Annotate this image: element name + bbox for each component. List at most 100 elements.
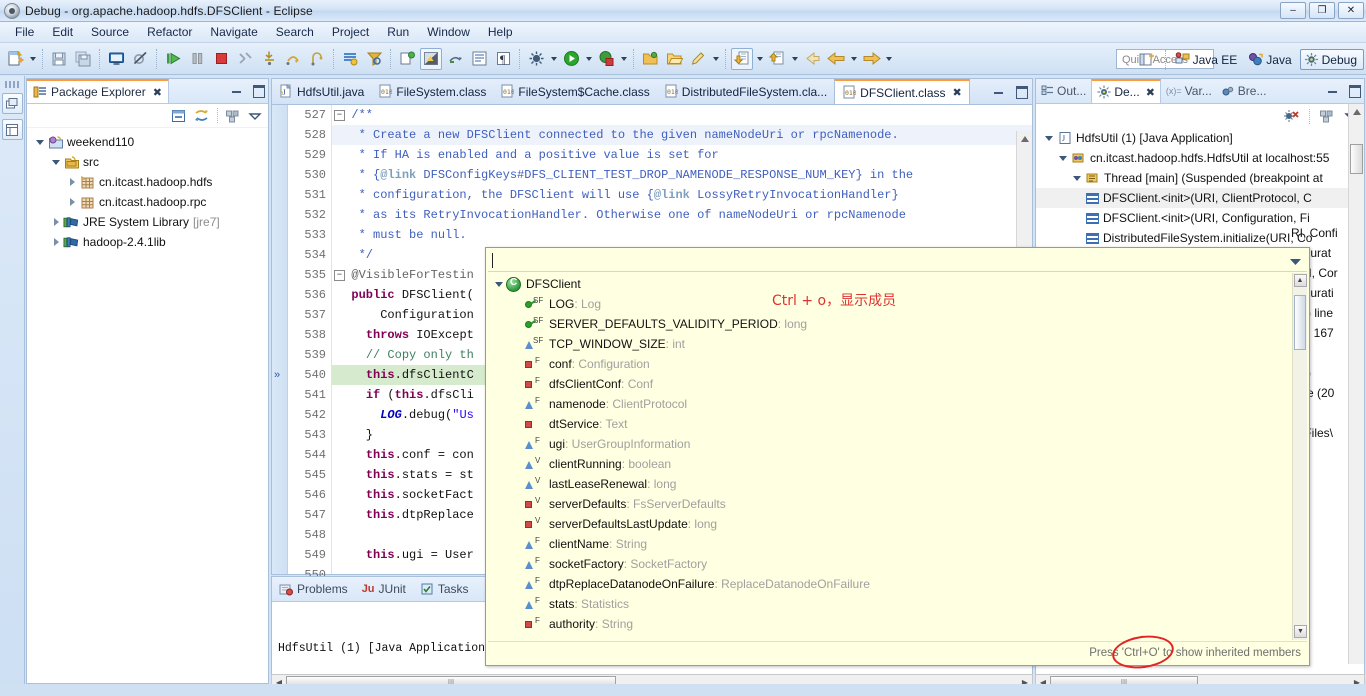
search-filter-icon[interactable] [363, 48, 385, 70]
resume-icon[interactable] [162, 48, 184, 70]
close-icon[interactable]: ✖ [1146, 86, 1155, 99]
quick-outline-member-row[interactable]: Fauthority : String [486, 614, 1309, 634]
menu-source[interactable]: Source [82, 23, 138, 41]
step-over-icon[interactable] [282, 48, 304, 70]
open-type-icon[interactable] [339, 48, 361, 70]
perspective-java[interactable]: Java [1245, 50, 1297, 69]
debug-tree-item-thread[interactable]: Thread [main] (Suspended (breakpoint at [1036, 168, 1364, 188]
twisty-icon[interactable] [49, 160, 63, 165]
tab-debug[interactable]: De... ✖ [1091, 79, 1161, 103]
view-menu-grid-icon[interactable] [225, 108, 241, 124]
twisty-icon[interactable] [1056, 156, 1070, 161]
tree-item-src-folder[interactable]: src [27, 152, 268, 172]
quick-outline-member-row[interactable]: Fnamenode : ClientProtocol [486, 394, 1309, 414]
twisty-icon[interactable] [1042, 136, 1056, 141]
twisty-icon[interactable] [49, 238, 63, 246]
quick-outline-member-row[interactable]: Fconf : Configuration [486, 354, 1309, 374]
quick-outline-member-row[interactable]: FsocketFactory : SocketFactory [486, 554, 1309, 574]
open-folder-icon[interactable] [639, 48, 661, 70]
menu-search[interactable]: Search [267, 23, 323, 41]
maximize-editor-icon[interactable] [1015, 84, 1028, 99]
tree-item-package-hdfs[interactable]: cn.itcast.hadoop.hdfs [27, 172, 268, 192]
close-icon[interactable]: ✖ [153, 86, 162, 99]
menu-navigate[interactable]: Navigate [201, 23, 266, 41]
perspective-debug[interactable]: Debug [1299, 49, 1364, 70]
menu-run[interactable]: Run [378, 23, 418, 41]
twisty-icon[interactable] [1070, 176, 1084, 181]
view-menu-grid-icon[interactable] [1319, 108, 1335, 124]
twisty-icon[interactable] [65, 198, 79, 206]
suspend-icon[interactable] [186, 48, 208, 70]
import-dropdown-icon[interactable] [754, 48, 765, 70]
toggle-mark-occurrences-icon[interactable] [420, 47, 442, 70]
minimize-editor-icon[interactable] [993, 84, 1006, 97]
tree-item-package-rpc[interactable]: cn.itcast.hadoop.rpc [27, 192, 268, 212]
quick-outline-member-row[interactable]: VclientRunning : boolean [486, 454, 1309, 474]
maximize-button[interactable]: ❐ [1309, 2, 1335, 19]
debug-vertical-scrollbar[interactable] [1348, 104, 1364, 664]
back-dropdown-icon[interactable] [848, 48, 859, 70]
back-icon[interactable] [825, 48, 847, 70]
menu-window[interactable]: Window [418, 23, 479, 41]
fold-collapse-icon[interactable]: − [334, 270, 345, 281]
tree-item-hadoop-library[interactable]: hadoop-2.4.1lib [27, 232, 268, 252]
debug-tree-item-launch[interactable]: J HdfsUtil (1) [Java Application] [1036, 128, 1364, 148]
perspective-java-ee[interactable]: Java EE [1172, 50, 1244, 69]
fold-collapse-icon[interactable]: − [334, 110, 345, 121]
scroll-up-icon[interactable]: ▲ [1293, 274, 1307, 287]
popup-scrollbar[interactable]: ▲ ▼ [1292, 273, 1307, 640]
view-menu-icon[interactable] [248, 109, 262, 123]
quick-outline-member-row[interactable]: VserverDefaultsLastUpdate : long [486, 514, 1309, 534]
maximize-view-icon[interactable] [1348, 83, 1361, 98]
quick-outline-member-row[interactable]: dtService : Text [486, 414, 1309, 434]
scrollbar-thumb[interactable] [1350, 144, 1363, 174]
save-all-icon[interactable] [72, 48, 94, 70]
twisty-icon[interactable] [33, 140, 47, 145]
step-return-icon[interactable] [306, 48, 328, 70]
run-icon[interactable] [560, 48, 582, 70]
link-with-editor-icon[interactable] [194, 108, 210, 124]
tab-variables[interactable]: (x)= Var... [1161, 79, 1217, 103]
collapse-all-icon[interactable] [171, 108, 187, 124]
scroll-down-icon[interactable]: ▼ [1294, 625, 1307, 638]
quick-outline-member-row[interactable]: SF LOG : Log [486, 294, 1309, 314]
forward-icon[interactable] [860, 48, 882, 70]
step-into-icon[interactable] [258, 48, 280, 70]
maximize-view-icon[interactable] [252, 83, 265, 98]
close-button[interactable]: ✕ [1338, 2, 1364, 19]
edit-dropdown-icon[interactable] [710, 48, 721, 70]
quick-outline-member-list[interactable]: DFSClient SFLOG : LogSFSERVER_DEFAULTS_V… [486, 272, 1309, 640]
forward-dropdown-icon[interactable] [883, 48, 894, 70]
quick-outline-member-row[interactable]: SF SERVER_DEFAULTS_VALIDITY_PERIOD : long [486, 314, 1309, 334]
minimize-button[interactable]: – [1280, 2, 1306, 19]
package-explorer-fastview-icon[interactable] [1, 119, 23, 140]
quick-outline-member-row[interactable]: Fugi : UserGroupInformation [486, 434, 1309, 454]
quick-outline-member-row[interactable]: FdfsClientConf : Conf [486, 374, 1309, 394]
close-icon[interactable]: ✖ [953, 86, 962, 99]
breakpoint-ruler[interactable]: » [272, 105, 288, 574]
open-perspective-icon[interactable] [1136, 49, 1158, 71]
debug-launch-icon[interactable] [525, 48, 547, 70]
menu-project[interactable]: Project [323, 23, 378, 41]
run-external-tools-icon[interactable] [595, 48, 617, 70]
restore-view-icon[interactable] [1, 93, 23, 114]
last-edit-location-icon[interactable] [444, 48, 466, 70]
twisty-icon[interactable] [492, 282, 506, 287]
remove-all-terminated-icon[interactable] [1283, 108, 1300, 124]
tree-item-project[interactable]: weekend110 [27, 132, 268, 152]
tab-junit[interactable]: Ju JUnit [355, 577, 413, 601]
new-wizard-icon[interactable] [4, 48, 26, 70]
quick-outline-filter[interactable] [488, 250, 1307, 272]
quick-outline-member-row[interactable]: FdtpReplaceDatanodeOnFailure : ReplaceDa… [486, 574, 1309, 594]
editor-tab-filesystem-cache-class[interactable]: 010 FileSystem$Cache.class [493, 79, 656, 104]
popup-menu-icon[interactable] [1290, 258, 1301, 265]
tab-breakpoints[interactable]: Bre... [1217, 79, 1272, 103]
quick-outline-member-row[interactable]: VserverDefaults : FsServerDefaults [486, 494, 1309, 514]
editor-tab-dfsclient-class[interactable]: 010 DFSClient.class ✖ [834, 79, 970, 104]
paragraph-mark-icon[interactable]: ¶ [492, 48, 514, 70]
editor-tab-distributedfilesystem-class[interactable]: 010 DistributedFileSystem.cla... [657, 79, 834, 104]
menu-file[interactable]: File [6, 23, 43, 41]
tab-package-explorer[interactable]: Package Explorer ✖ [27, 79, 169, 103]
debug-tree-item-stackframe[interactable]: DFSClient.<init>(URI, ClientProtocol, C [1036, 188, 1364, 208]
tab-problems[interactable]: Problems [272, 577, 355, 601]
